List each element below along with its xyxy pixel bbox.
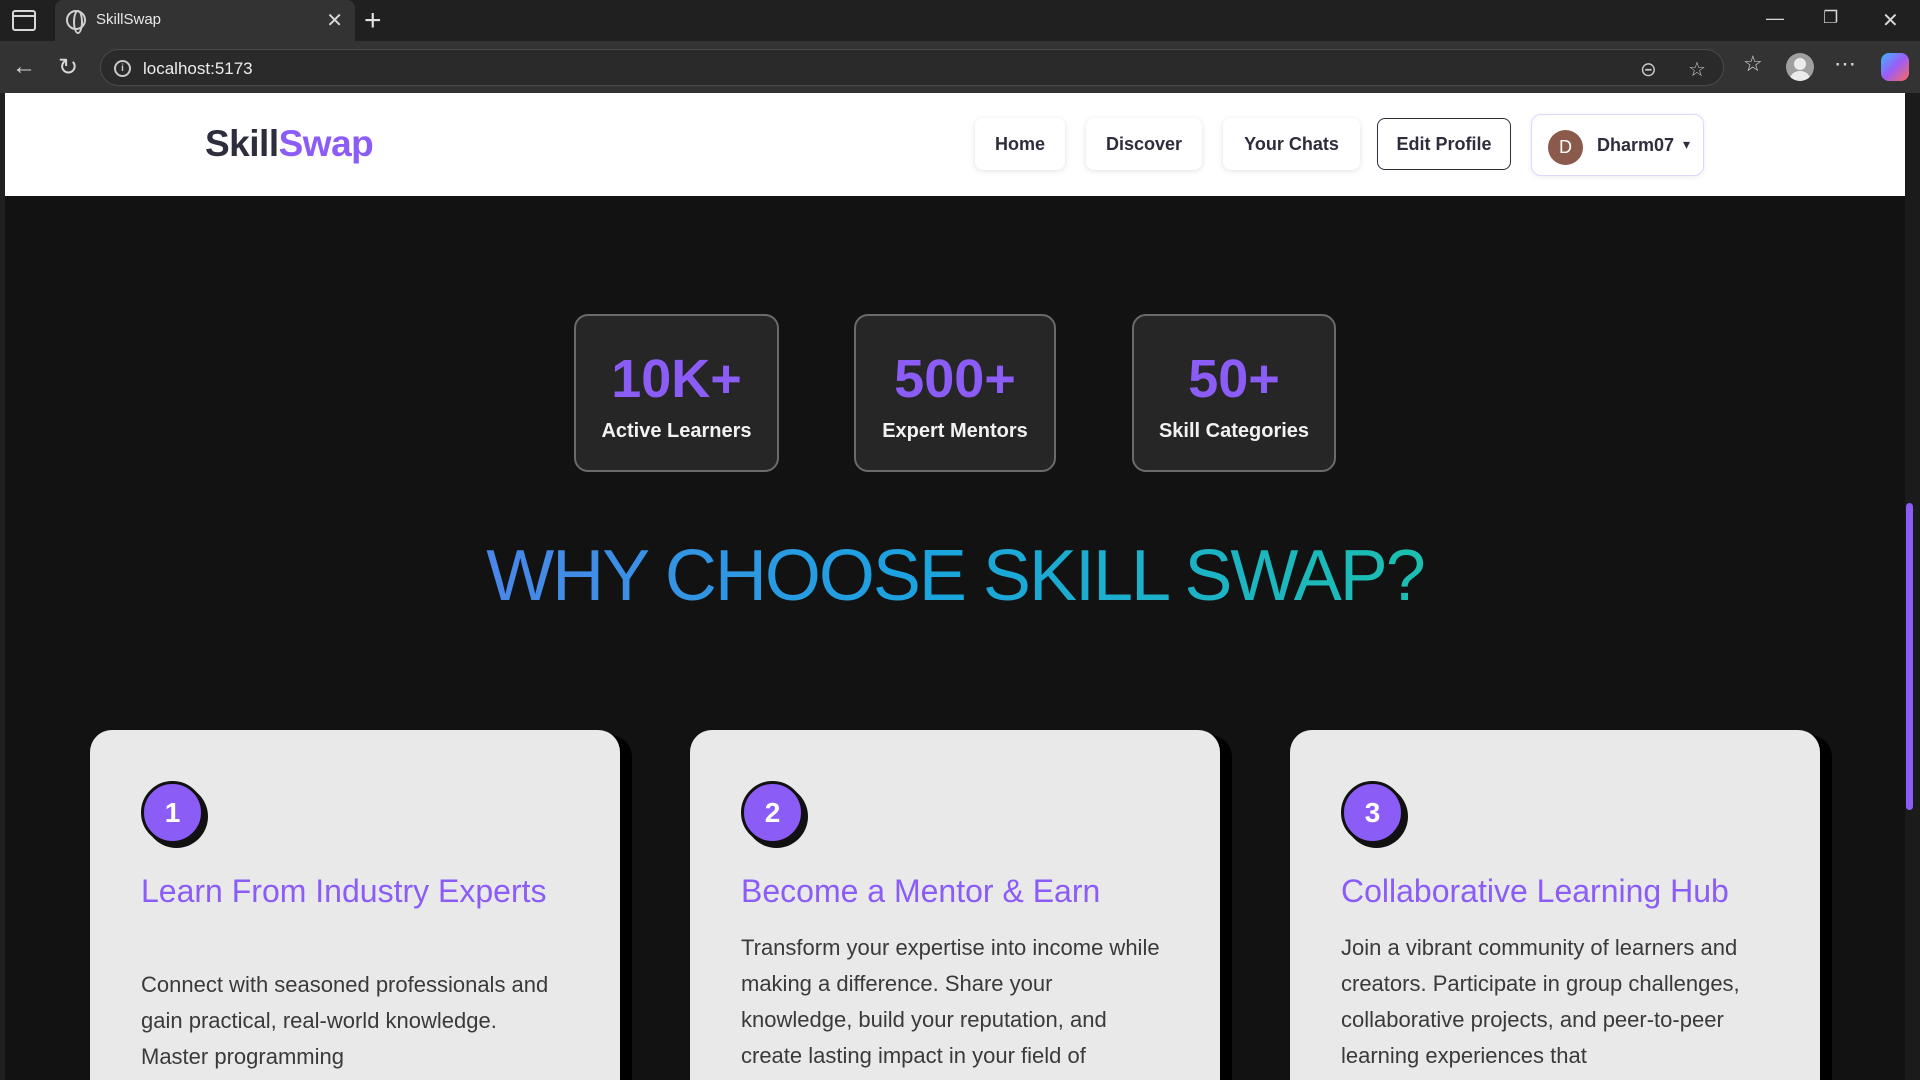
page-content: SkillSwap Home Discover Your Chats Edit … <box>5 93 1905 1080</box>
back-icon[interactable]: ← <box>12 53 36 81</box>
more-menu-icon[interactable]: ⋯ <box>1834 51 1856 77</box>
browser-tab-bar: SkillSwap ✕ + — ❐ ✕ <box>0 0 1920 41</box>
browser-tab[interactable]: SkillSwap ✕ <box>55 0 355 41</box>
edit-profile-button[interactable]: Edit Profile <box>1377 118 1511 170</box>
feature-card-1: 1 Learn From Industry Experts Connect wi… <box>90 730 620 1080</box>
restore-icon[interactable]: ❐ <box>1823 8 1838 28</box>
site-logo[interactable]: SkillSwap <box>205 123 374 165</box>
nav-home-button[interactable]: Home <box>975 118 1065 170</box>
url-text[interactable]: localhost:5173 <box>143 59 253 79</box>
stat-card-categories: 50+ Skill Categories <box>1132 314 1336 472</box>
feature-title: Become a Mentor & Earn <box>741 873 1101 909</box>
feature-card-3: 3 Collaborative Learning Hub Join a vibr… <box>1290 730 1820 1080</box>
feature-description: Connect with seasoned professionals and … <box>141 972 549 1069</box>
stat-label: Active Learners <box>601 420 752 442</box>
address-bar[interactable]: i localhost:5173 ⊝ ☆ <box>100 49 1724 86</box>
feature-card-2: 2 Become a Mentor & Earn Transform your … <box>690 730 1220 1080</box>
feature-title: Collaborative Learning Hub <box>1341 873 1729 909</box>
globe-icon <box>66 10 86 34</box>
stat-label: Expert Mentors <box>882 420 1028 442</box>
feature-number-badge: 1 <box>141 781 204 844</box>
feature-description: Join a vibrant community of learners and… <box>1341 935 1740 1068</box>
tab-actions-icon[interactable] <box>12 10 36 31</box>
nav-your-chats-button[interactable]: Your Chats <box>1223 118 1360 170</box>
tab-close-icon[interactable]: ✕ <box>326 8 343 33</box>
stat-card-mentors: 500+ Expert Mentors <box>854 314 1056 472</box>
nav-discover-button[interactable]: Discover <box>1086 118 1202 170</box>
username: Dharm07 <box>1597 135 1675 155</box>
chevron-down-icon: ▾ <box>1683 136 1691 152</box>
minimize-icon[interactable]: — <box>1766 8 1784 29</box>
scrollbar-thumb[interactable] <box>1906 503 1913 810</box>
feature-title: Learn From Industry Experts <box>141 873 547 909</box>
stat-value: 500+ <box>894 349 1016 409</box>
favorite-star-icon[interactable]: ☆ <box>1688 57 1706 82</box>
avatar: D <box>1548 130 1583 165</box>
address-toolbar: ← ↻ i localhost:5173 ⊝ ☆ ☆ ⋯ <box>0 41 1920 93</box>
feature-number-badge: 3 <box>1341 781 1404 844</box>
feature-description: Transform your expertise into income whi… <box>741 935 1160 1068</box>
copilot-icon[interactable] <box>1881 53 1909 81</box>
reader-mode-icon[interactable]: ⊝ <box>1640 57 1657 82</box>
site-navbar: SkillSwap Home Discover Your Chats Edit … <box>5 93 1905 196</box>
user-menu-button[interactable]: D Dharm07 ▾ <box>1531 114 1704 176</box>
window-close-icon[interactable]: ✕ <box>1882 8 1899 33</box>
stat-value: 50+ <box>1188 349 1280 409</box>
stat-card-learners: 10K+ Active Learners <box>574 314 779 472</box>
tab-title: SkillSwap <box>96 11 162 28</box>
favorites-list-icon[interactable]: ☆ <box>1743 51 1763 77</box>
section-heading: WHY CHOOSE SKILL SWAP? <box>486 536 1426 616</box>
stat-value: 10K+ <box>611 349 742 409</box>
feature-number-badge: 2 <box>741 781 804 844</box>
browser-profile-icon[interactable] <box>1786 53 1814 81</box>
refresh-icon[interactable]: ↻ <box>58 53 78 82</box>
stat-label: Skill Categories <box>1158 420 1310 442</box>
new-tab-icon[interactable]: + <box>364 4 382 38</box>
site-info-icon[interactable]: i <box>114 60 131 77</box>
